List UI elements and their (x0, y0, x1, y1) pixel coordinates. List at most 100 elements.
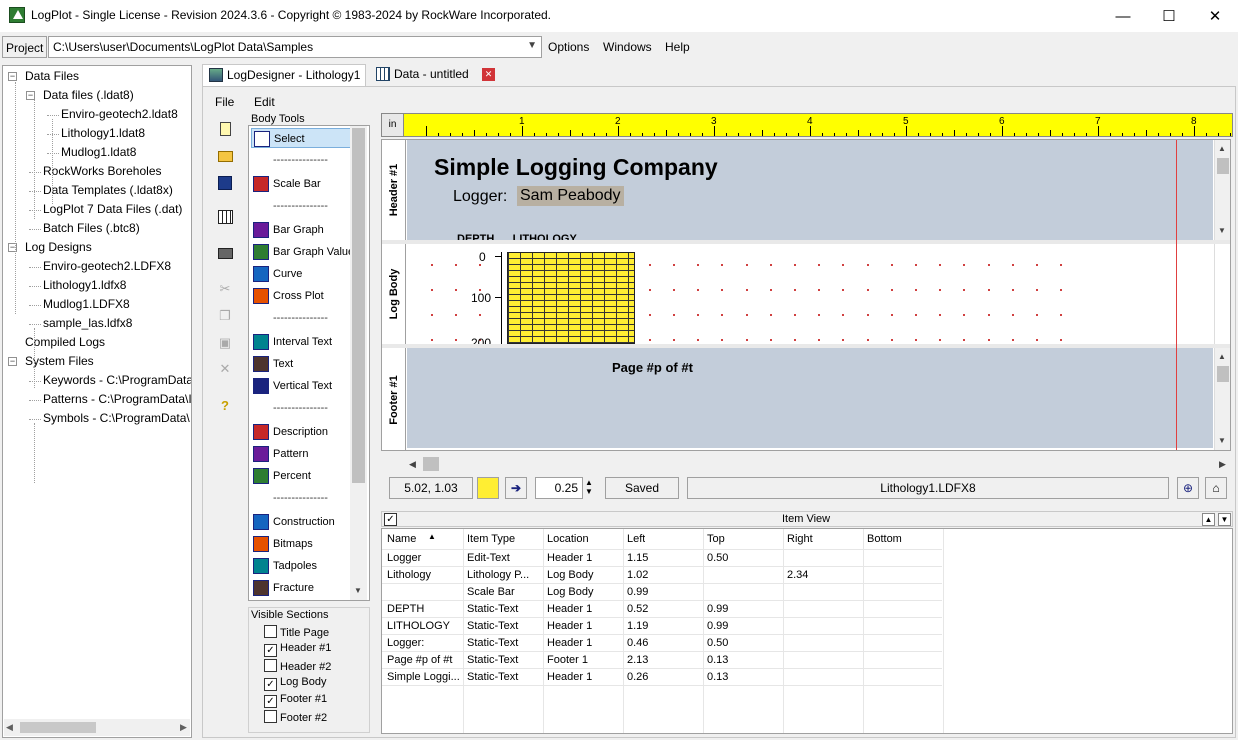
delete-icon[interactable]: ✕ (215, 359, 235, 379)
column-header-location[interactable]: Location (547, 533, 589, 545)
section-checkbox-row[interactable]: ✓ Log Body (264, 676, 326, 691)
column-headings[interactable]: DEPTH LITHOLOGY (457, 232, 577, 240)
tree-item[interactable]: Lithology1.ldat8 (61, 126, 145, 140)
tab-logdesigner[interactable]: LogDesigner - Lithology1 (202, 64, 366, 86)
section-checkbox-row[interactable]: Header #2 (264, 659, 331, 673)
tree-item[interactable]: Patterns - C:\ProgramData\I (43, 392, 191, 406)
table-row[interactable]: Scale Bar Log Body 0.99 (382, 584, 1232, 601)
tree-item[interactable]: Data files (.ldat8) (43, 88, 134, 102)
scroll-thumb[interactable] (20, 722, 96, 733)
item-view-table[interactable]: Name Item Type Location Left Top Right Bottom ▲… (381, 528, 1233, 734)
table-row[interactable]: Page #p of #t Static-Text Footer 1 2.13 0.13 (382, 652, 1232, 669)
tree-item[interactable]: Data Files (25, 69, 79, 83)
scroll-thumb[interactable] (423, 457, 439, 471)
column-header-top[interactable]: Top (707, 533, 725, 545)
checkbox-empty-icon[interactable] (264, 710, 277, 723)
scroll-thumb[interactable] (1217, 366, 1229, 382)
scroll-thumb[interactable] (352, 128, 365, 483)
checkbox-empty-icon[interactable] (264, 625, 277, 638)
scroll-down-icon[interactable]: ▼ (354, 586, 362, 595)
tree-item[interactable]: Enviro-geotech2.LDFX8 (43, 259, 171, 273)
tab-close-icon[interactable]: ✕ (482, 68, 495, 81)
tool-bar-graph-value[interactable]: Bar Graph Value (251, 242, 354, 262)
tool-bar-graph[interactable]: Bar Graph (251, 220, 351, 240)
grid-view-icon[interactable] (215, 207, 235, 227)
zoom-in-icon[interactable]: ⊕ (1177, 477, 1199, 499)
tree-item[interactable]: Lithology1.ldfx8 (43, 278, 126, 292)
table-row[interactable]: Lithology Lithology P... Log Body 1.02 2.34 (382, 567, 1232, 584)
minimize-button[interactable]: — (1100, 0, 1146, 32)
scroll-left-icon[interactable]: ◀ (409, 459, 416, 470)
maximize-button[interactable]: ☐ (1146, 0, 1192, 32)
tree-item[interactable]: RockWorks Boreholes (43, 164, 162, 178)
tool-tadpoles[interactable]: Tadpoles (251, 556, 351, 576)
table-row[interactable]: Logger: Static-Text Header 1 0.46 0.50 (382, 635, 1232, 652)
checkbox-checked-icon[interactable]: ✓ (264, 678, 277, 691)
tool-scale-bar[interactable]: Scale Bar (251, 174, 351, 194)
section-checkbox-row[interactable]: ✓ Header #1 (264, 642, 331, 657)
scroll-up-icon[interactable]: ▲ (1218, 352, 1226, 361)
tool-percent[interactable]: Percent (251, 466, 351, 486)
snap-grid-icon[interactable] (477, 477, 499, 499)
design-canvas[interactable]: Header #1 Simple Logging Company Logger:… (381, 139, 1231, 451)
tool-bitmaps[interactable]: Bitmaps (251, 534, 351, 554)
lithology-pattern-column[interactable] (507, 252, 635, 344)
table-row[interactable]: Simple Loggi... Static-Text Header 1 0.26 0.… (382, 669, 1232, 686)
tree-collapse-icon[interactable]: − (26, 91, 35, 100)
scroll-left-icon[interactable]: ◀ (6, 722, 13, 733)
tree-item[interactable]: Keywords - C:\ProgramData\ (43, 373, 191, 387)
body-vertical-scrollbar[interactable] (1214, 244, 1230, 344)
save-icon[interactable] (215, 173, 235, 193)
tree-item[interactable]: Enviro-geotech2.ldat8 (61, 107, 178, 121)
header-section[interactable]: Simple Logging Company Logger: Sam Peabo… (407, 140, 1213, 240)
scroll-down-icon[interactable]: ▼ (1218, 436, 1226, 445)
section-checkbox-row[interactable]: Title Page (264, 625, 329, 639)
tree-item[interactable]: System Files (25, 354, 94, 368)
column-header-item-type[interactable]: Item Type (467, 533, 515, 545)
item-view-toggle-checkbox[interactable]: ✓ (384, 513, 397, 526)
tree-item[interactable]: Mudlog1.LDFX8 (43, 297, 130, 311)
tool-curve[interactable]: Curve (251, 264, 351, 284)
scroll-up-icon[interactable]: ▲ (1218, 144, 1226, 153)
project-button[interactable]: Project (2, 36, 48, 58)
footer-vertical-scrollbar[interactable]: ▲ ▼ (1214, 348, 1230, 450)
tree-collapse-icon[interactable]: − (8, 72, 17, 81)
table-row[interactable]: DEPTH Static-Text Header 1 0.52 0.99 (382, 601, 1232, 618)
tree-collapse-icon[interactable]: − (8, 357, 17, 366)
tree-item[interactable]: Batch Files (.btc8) (43, 221, 140, 235)
printer-icon[interactable] (215, 243, 235, 263)
checkbox-checked-icon[interactable]: ✓ (264, 695, 277, 708)
zoom-spinner-icon[interactable]: ▲ ▼ (585, 478, 593, 496)
page-number-text[interactable]: Page #p of #t (612, 360, 693, 375)
tree-item[interactable]: sample_las.ldfx8 (43, 316, 132, 330)
checkbox-empty-icon[interactable] (264, 659, 277, 672)
chevron-down-icon[interactable]: ▼ (527, 40, 537, 51)
tool-fracture[interactable]: Fracture (251, 578, 351, 598)
tree-horizontal-scrollbar[interactable]: ◀ ▶ (4, 719, 190, 736)
footer-section[interactable]: Page #p of #t (407, 348, 1213, 448)
menu-windows[interactable]: Windows (603, 40, 652, 54)
column-header-bottom[interactable]: Bottom (867, 533, 902, 545)
project-tree[interactable]: Data Files − Data files (.ldat8) − Enviro-ge… (2, 65, 192, 738)
copy-icon[interactable]: ❐ (215, 306, 235, 326)
checkbox-checked-icon[interactable]: ✓ (264, 644, 277, 657)
scroll-down-icon[interactable]: ▼ (1218, 226, 1226, 235)
tree-item[interactable]: Data Templates (.ldat8x) (43, 183, 173, 197)
tree-item[interactable]: Log Designs (25, 240, 92, 254)
header-vertical-scrollbar[interactable]: ▲ ▼ (1214, 140, 1230, 240)
body-tools-list[interactable]: Select --------------- Scale Bar ----------… (248, 125, 370, 601)
scroll-right-icon[interactable]: ▶ (1219, 459, 1226, 470)
tool-cross-plot[interactable]: Cross Plot (251, 286, 351, 306)
menu-options[interactable]: Options (548, 40, 589, 54)
move-down-icon[interactable]: ▼ (1218, 513, 1231, 526)
section-checkbox-row[interactable]: ✓ Footer #1 (264, 693, 327, 708)
move-up-icon[interactable]: ▲ (1202, 513, 1215, 526)
zoom-input[interactable]: 0.25 (535, 477, 583, 499)
scroll-right-icon[interactable]: ▶ (180, 722, 187, 733)
tool-pattern[interactable]: Pattern (251, 444, 351, 464)
close-button[interactable]: ✕ (1192, 0, 1238, 32)
project-path-combo[interactable]: C:\Users\user\Documents\LogPlot Data\Sam… (48, 36, 542, 58)
tree-item[interactable]: LogPlot 7 Data Files (.dat) (43, 202, 182, 216)
arrow-right-icon[interactable]: ➔ (505, 477, 527, 499)
company-title[interactable]: Simple Logging Company (434, 154, 718, 181)
